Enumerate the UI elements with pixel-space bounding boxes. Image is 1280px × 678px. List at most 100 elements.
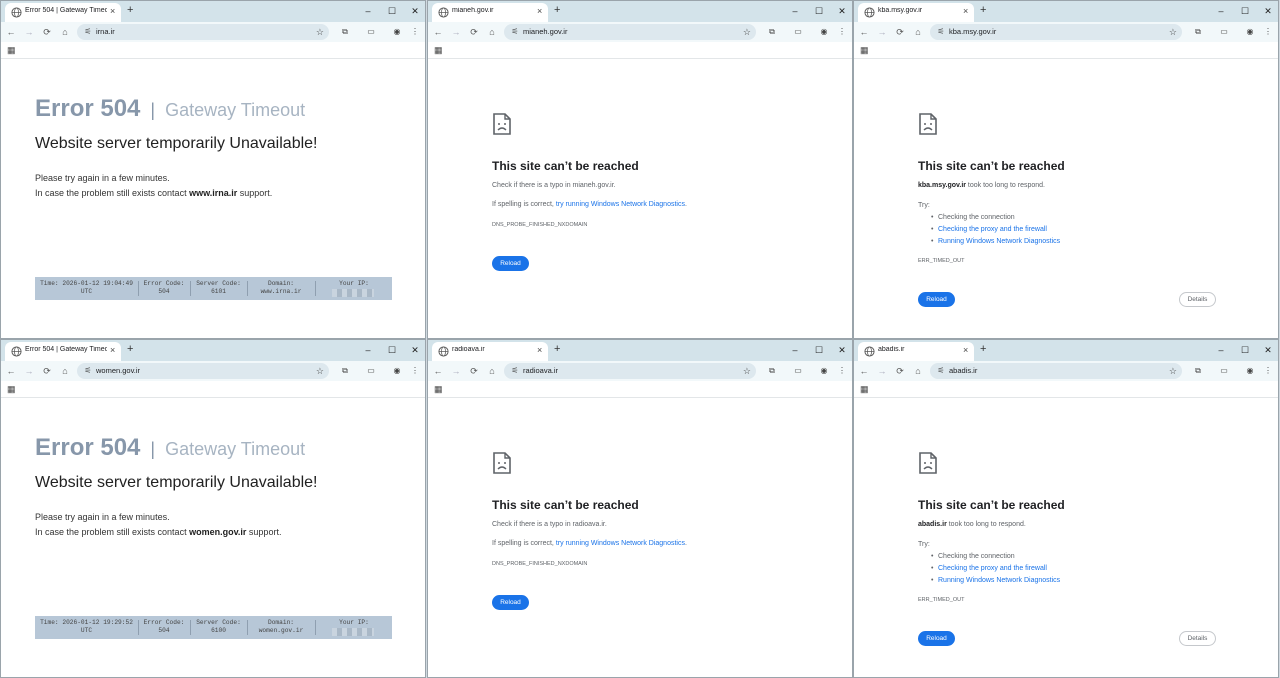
profile-icon[interactable]: ◉	[1244, 26, 1256, 38]
profile-icon[interactable]: ◉	[818, 26, 830, 38]
menu-icon[interactable]: ⋮	[409, 365, 421, 377]
back-icon[interactable]: ←	[432, 365, 444, 377]
home-icon[interactable]: ⌂	[59, 26, 71, 38]
media-icon[interactable]: ▭	[792, 365, 804, 377]
apps-icon[interactable]: ▦	[7, 384, 17, 394]
address-bar[interactable]: ⚟ radioava.ir ☆	[504, 363, 756, 379]
menu-icon[interactable]: ⋮	[1262, 365, 1274, 377]
suggestion-link-proxy[interactable]: Checking the proxy and the firewall	[931, 565, 1047, 572]
site-info-icon[interactable]: ⚟	[82, 365, 94, 377]
reload-icon[interactable]: ⟳	[894, 365, 906, 377]
minimize-icon[interactable]: –	[361, 344, 375, 356]
back-icon[interactable]: ←	[858, 365, 870, 377]
new-tab-icon[interactable]: +	[980, 343, 986, 356]
site-info-icon[interactable]: ⚟	[935, 365, 947, 377]
extensions-icon[interactable]: ⧉	[766, 26, 778, 38]
site-info-icon[interactable]: ⚟	[935, 26, 947, 38]
home-icon[interactable]: ⌂	[912, 365, 924, 377]
forward-icon[interactable]: →	[876, 365, 888, 377]
forward-icon[interactable]: →	[23, 365, 35, 377]
tab-close-icon[interactable]: ×	[963, 6, 968, 17]
window-close-icon[interactable]: ✕	[835, 344, 849, 356]
tab-close-icon[interactable]: ×	[963, 345, 968, 356]
reload-icon[interactable]: ⟳	[41, 26, 53, 38]
minimize-icon[interactable]: –	[788, 344, 802, 356]
details-button[interactable]: Details	[1179, 631, 1216, 646]
window-close-icon[interactable]: ✕	[1261, 5, 1275, 17]
back-icon[interactable]: ←	[432, 26, 444, 38]
back-icon[interactable]: ←	[858, 26, 870, 38]
browser-tab[interactable]: kba.msy.gov.ir ×	[858, 3, 974, 22]
bookmark-star-icon[interactable]: ☆	[316, 365, 324, 377]
reload-icon[interactable]: ⟳	[468, 365, 480, 377]
reload-button[interactable]: Reload	[492, 595, 529, 610]
browser-tab[interactable]: abadis.ir ×	[858, 342, 974, 361]
media-icon[interactable]: ▭	[365, 365, 377, 377]
maximize-icon[interactable]: ☐	[1238, 5, 1252, 17]
address-bar[interactable]: ⚟ abadis.ir ☆	[930, 363, 1182, 379]
tab-close-icon[interactable]: ×	[537, 6, 542, 17]
minimize-icon[interactable]: –	[788, 5, 802, 17]
profile-icon[interactable]: ◉	[391, 26, 403, 38]
home-icon[interactable]: ⌂	[486, 26, 498, 38]
home-icon[interactable]: ⌂	[912, 26, 924, 38]
new-tab-icon[interactable]: +	[554, 4, 560, 17]
media-icon[interactable]: ▭	[1218, 365, 1230, 377]
home-icon[interactable]: ⌂	[59, 365, 71, 377]
menu-icon[interactable]: ⋮	[409, 26, 421, 38]
tab-close-icon[interactable]: ×	[110, 345, 115, 356]
window-close-icon[interactable]: ✕	[835, 5, 849, 17]
details-button[interactable]: Details	[1179, 292, 1216, 307]
new-tab-icon[interactable]: +	[554, 343, 560, 356]
minimize-icon[interactable]: –	[1214, 5, 1228, 17]
media-icon[interactable]: ▭	[1218, 26, 1230, 38]
maximize-icon[interactable]: ☐	[812, 344, 826, 356]
back-icon[interactable]: ←	[5, 365, 17, 377]
site-info-icon[interactable]: ⚟	[509, 26, 521, 38]
site-info-icon[interactable]: ⚟	[509, 365, 521, 377]
reload-button[interactable]: Reload	[918, 292, 955, 307]
menu-icon[interactable]: ⋮	[836, 365, 848, 377]
window-close-icon[interactable]: ✕	[408, 344, 422, 356]
maximize-icon[interactable]: ☐	[385, 344, 399, 356]
extensions-icon[interactable]: ⧉	[1192, 26, 1204, 38]
suggestion-link-proxy[interactable]: Checking the proxy and the firewall	[931, 226, 1047, 233]
apps-icon[interactable]: ▦	[7, 45, 17, 55]
address-bar[interactable]: ⚟ kba.msy.gov.ir ☆	[930, 24, 1182, 40]
browser-tab[interactable]: Error 504 | Gateway Timeout ×	[5, 342, 121, 361]
diagnostics-link[interactable]: try running Windows Network Diagnostics	[556, 540, 685, 547]
new-tab-icon[interactable]: +	[127, 4, 133, 17]
diagnostics-link[interactable]: try running Windows Network Diagnostics	[556, 201, 685, 208]
new-tab-icon[interactable]: +	[127, 343, 133, 356]
forward-icon[interactable]: →	[450, 26, 462, 38]
new-tab-icon[interactable]: +	[980, 4, 986, 17]
reload-icon[interactable]: ⟳	[894, 26, 906, 38]
maximize-icon[interactable]: ☐	[812, 5, 826, 17]
extensions-icon[interactable]: ⧉	[339, 365, 351, 377]
window-close-icon[interactable]: ✕	[408, 5, 422, 17]
profile-icon[interactable]: ◉	[1244, 365, 1256, 377]
browser-tab[interactable]: radioava.ir ×	[432, 342, 548, 361]
address-bar[interactable]: ⚟ mianeh.gov.ir ☆	[504, 24, 756, 40]
extensions-icon[interactable]: ⧉	[1192, 365, 1204, 377]
apps-icon[interactable]: ▦	[434, 384, 444, 394]
window-close-icon[interactable]: ✕	[1261, 344, 1275, 356]
address-bar[interactable]: ⚟ irna.ir ☆	[77, 24, 329, 40]
media-icon[interactable]: ▭	[792, 26, 804, 38]
forward-icon[interactable]: →	[876, 26, 888, 38]
bookmark-star-icon[interactable]: ☆	[316, 26, 324, 38]
maximize-icon[interactable]: ☐	[1238, 344, 1252, 356]
suggestion-link-diagnostics[interactable]: Running Windows Network Diagnostics	[931, 238, 1060, 245]
profile-icon[interactable]: ◉	[818, 365, 830, 377]
bookmark-star-icon[interactable]: ☆	[743, 26, 751, 38]
suggestion-link-diagnostics[interactable]: Running Windows Network Diagnostics	[931, 577, 1060, 584]
forward-icon[interactable]: →	[450, 365, 462, 377]
bookmark-star-icon[interactable]: ☆	[1169, 365, 1177, 377]
reload-icon[interactable]: ⟳	[468, 26, 480, 38]
reload-button[interactable]: Reload	[918, 631, 955, 646]
address-bar[interactable]: ⚟ women.gov.ir ☆	[77, 363, 329, 379]
bookmark-star-icon[interactable]: ☆	[743, 365, 751, 377]
minimize-icon[interactable]: –	[361, 5, 375, 17]
forward-icon[interactable]: →	[23, 26, 35, 38]
tab-close-icon[interactable]: ×	[110, 6, 115, 17]
